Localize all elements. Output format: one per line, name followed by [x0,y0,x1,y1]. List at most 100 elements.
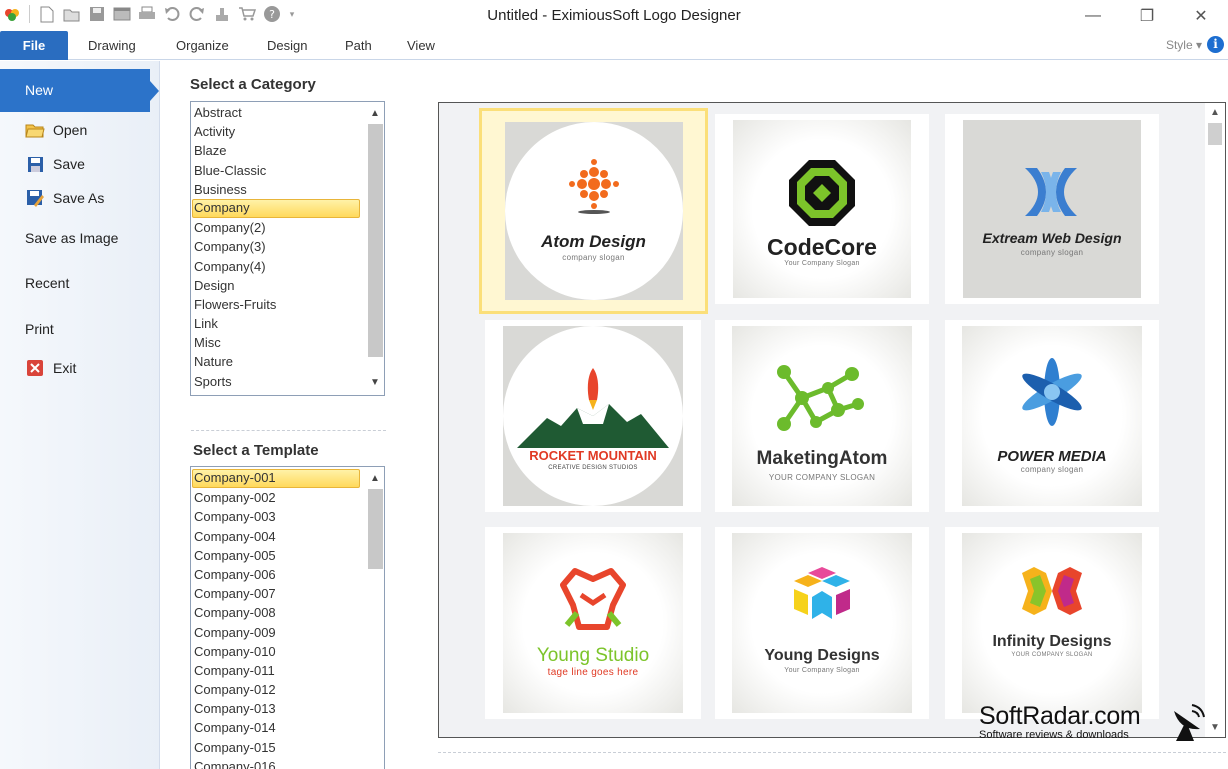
logo-name: Extream Web Design [982,230,1122,246]
recent-label: Recent [25,275,70,291]
category-item[interactable]: Abstract [191,103,384,122]
template-tile[interactable]: CodeCore Your Company Slogan [715,114,929,304]
rocket-mountain-logo-icon [517,368,669,448]
recent-menu-item[interactable]: Recent [25,275,69,291]
tab-drawing[interactable]: Drawing [88,38,136,53]
template-item[interactable]: Company-006 [191,565,384,584]
scroll-down-icon[interactable]: ▼ [1205,722,1225,733]
category-item-selected[interactable]: Company [192,198,360,219]
scroll-thumb[interactable] [1208,123,1222,145]
template-item[interactable]: Company-010 [191,642,384,661]
save-as-menu-item[interactable]: Save As [25,189,104,207]
scroll-down-icon[interactable]: ▼ [366,374,384,392]
category-item[interactable]: Company(2) [191,218,384,237]
minimize-button[interactable]: — [1066,0,1120,31]
template-item[interactable]: Company-004 [191,527,384,546]
category-item[interactable]: Blue-Classic [191,161,384,180]
style-menu[interactable]: Style ▾ [1166,38,1202,52]
template-item[interactable]: Company-015 [191,738,384,757]
category-item[interactable]: Misc [191,333,384,352]
logo-name: POWER MEDIA [997,448,1107,465]
category-item[interactable]: Design [191,276,384,295]
template-tile[interactable]: Young Designs Your Company Slogan [715,527,929,719]
category-scrollbar[interactable]: ▲ ▼ [366,102,384,395]
exit-label: Exit [53,360,77,376]
print-menu-item[interactable]: Print [25,321,54,337]
template-item[interactable]: Company-013 [191,699,384,718]
category-item[interactable]: Business [191,180,384,199]
window-controls: — ❐ ✕ [1066,0,1228,31]
logo-slogan: tage line goes here [547,667,639,678]
tab-path[interactable]: Path [345,38,372,53]
save-as-label: Save As [53,190,105,206]
scroll-up-icon[interactable]: ▲ [366,105,384,123]
logo-name: Atom Design [541,232,646,251]
gallery-scrollbar[interactable]: ▲ ▼ [1205,103,1225,737]
template-list[interactable]: Company-001 Company-002 Company-003 Comp… [190,466,385,769]
template-item[interactable]: Company-005 [191,546,384,565]
exit-menu-item[interactable]: Exit [25,359,76,377]
category-item[interactable]: Blaze [191,141,384,160]
logo-preview: ROCKET MOUNTAIN CREATIVE DESIGN STUDIOS [503,326,683,506]
template-item[interactable]: Company-011 [191,661,384,680]
logo-slogan: company slogan [1020,248,1084,257]
template-item[interactable]: Company-012 [191,680,384,699]
close-button[interactable]: ✕ [1174,0,1228,31]
open-menu-item[interactable]: Open [25,121,87,139]
template-tile[interactable]: MaketingAtom YOUR COMPANY SLOGAN [715,320,929,512]
category-list[interactable]: Abstract Activity Blaze Blue-Classic Bus… [190,101,385,396]
save-menu-item[interactable]: Save [25,155,85,173]
tab-file[interactable]: File [0,31,68,60]
scroll-up-icon[interactable]: ▲ [1205,107,1225,118]
template-tile[interactable]: Extream Web Design company slogan [945,114,1159,304]
tab-design[interactable]: Design [267,38,307,53]
scroll-thumb[interactable] [368,489,383,569]
scroll-up-icon[interactable]: ▲ [366,470,384,488]
logo-name: MaketingAtom [756,448,888,469]
logo-preview: Young Studio tage line goes here [503,533,683,713]
template-title: Select a Template [193,442,319,459]
template-tile[interactable]: ROCKET MOUNTAIN CREATIVE DESIGN STUDIOS [485,320,701,512]
satellite-dish-icon [1174,704,1205,741]
template-gallery: Atom Design company slogan CodeCore Your… [438,102,1226,738]
category-item[interactable]: Flowers-Fruits [191,295,384,314]
watermark-tagline: Software reviews & downloads [979,729,1129,741]
category-item[interactable]: Activity [191,122,384,141]
info-icon[interactable]: i [1207,36,1224,53]
tab-organize[interactable]: Organize [176,38,229,53]
category-item[interactable]: Sports [191,372,384,391]
category-item[interactable]: Nature [191,352,384,371]
new-menu-item[interactable]: New [0,69,159,112]
template-item[interactable]: Company-014 [191,718,384,737]
template-tile[interactable]: Infinity Designs YOUR COMPANY SLOGAN [945,527,1159,719]
template-item[interactable]: Company-008 [191,603,384,622]
template-tile[interactable]: Young Studio tage line goes here [485,527,701,719]
logo-slogan: YOUR COMPANY SLOGAN [1011,652,1093,658]
extream-logo-icon [1025,168,1077,216]
template-tile-selected[interactable]: Atom Design company slogan [479,108,708,314]
logo-slogan: company slogan [1020,465,1084,474]
logo-preview: CodeCore Your Company Slogan [733,120,911,298]
tab-view[interactable]: View [407,38,435,53]
marketing-atom-logo-icon [777,365,864,431]
category-item[interactable]: Company(4) [191,257,384,276]
style-label: Style [1165,38,1193,52]
template-scrollbar[interactable]: ▲ [366,467,384,769]
restore-button[interactable]: ❐ [1120,0,1174,31]
template-item-selected[interactable]: Company-001 [192,469,360,489]
category-item[interactable]: Company(3) [191,237,384,256]
logo-slogan: Your Company Slogan [784,260,860,267]
logo-slogan: CREATIVE DESIGN STUDIOS [548,465,638,471]
scroll-thumb[interactable] [368,124,383,357]
template-item[interactable]: Company-002 [191,488,384,507]
category-item[interactable]: Link [191,314,384,333]
watermark: SoftRadar.com Software reviews & downloa… [979,702,1141,741]
exit-icon [25,359,45,377]
template-item[interactable]: Company-003 [191,507,384,526]
template-tile[interactable]: POWER MEDIA company slogan [945,320,1159,512]
save-as-image-menu-item[interactable]: Save as Image [25,230,118,246]
bottom-divider [438,752,1226,753]
template-item[interactable]: Company-016 [191,757,384,769]
template-item[interactable]: Company-007 [191,584,384,603]
template-item[interactable]: Company-009 [191,623,384,642]
